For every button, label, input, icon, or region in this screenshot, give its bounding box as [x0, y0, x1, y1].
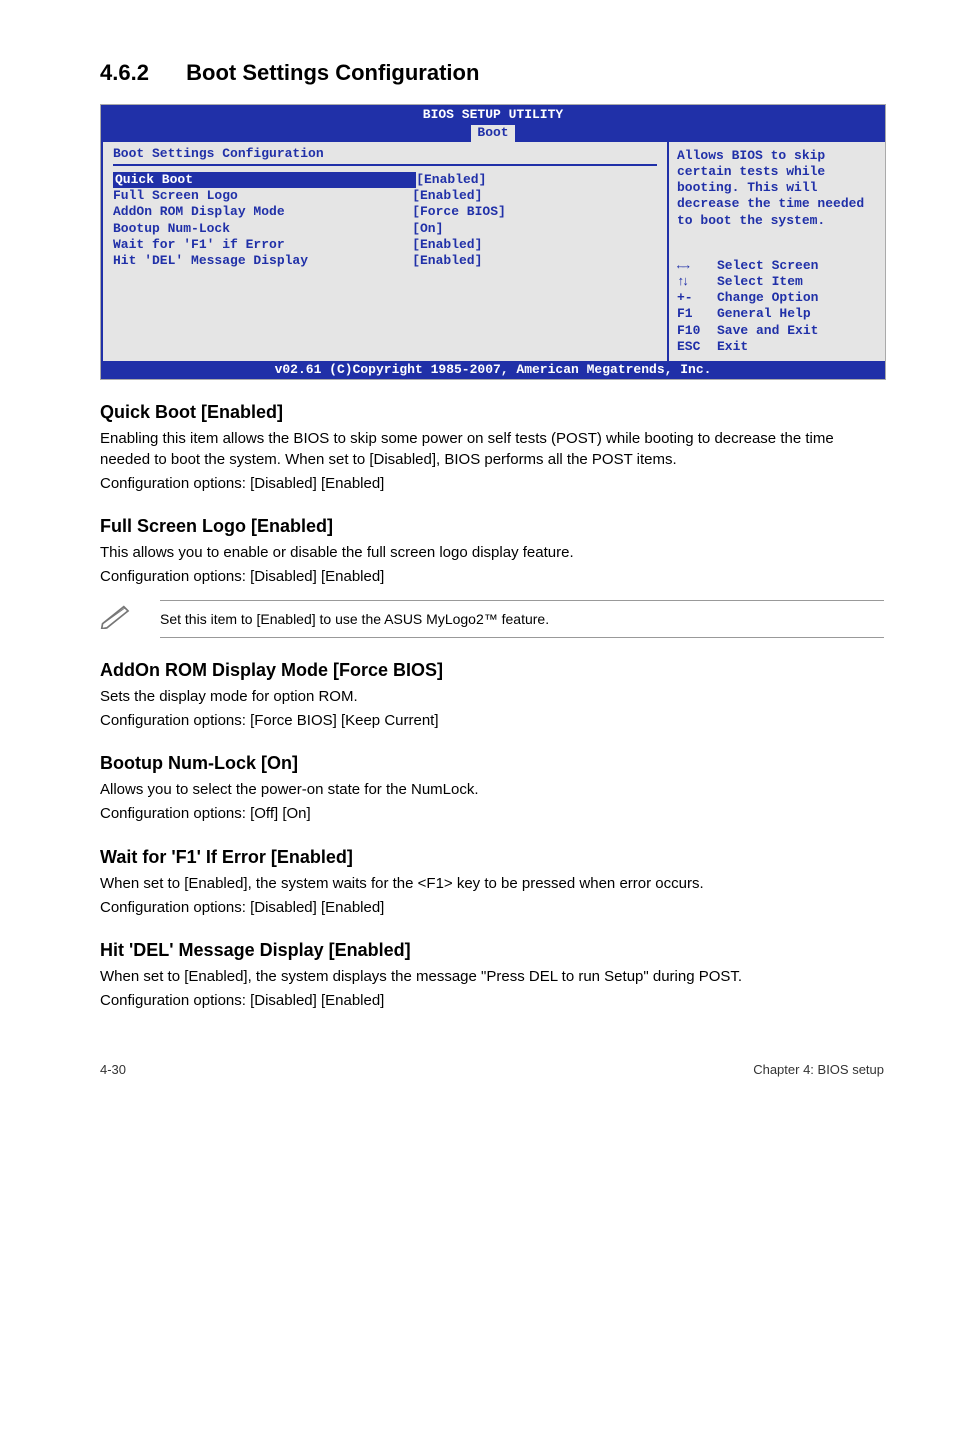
quickboot-options: Configuration options: [Disabled] [Enabl…	[100, 474, 884, 494]
bios-setting-row: AddOn ROM Display Mode[Force BIOS]	[113, 204, 657, 220]
bios-setting-row: Quick Boot[Enabled]	[113, 172, 657, 188]
fullscreen-options: Configuration options: [Disabled] [Enabl…	[100, 567, 884, 587]
bios-setting-row: Hit 'DEL' Message Display[Enabled]	[113, 253, 657, 269]
bios-setting-value: [Enabled]	[412, 253, 482, 269]
pen-note-icon	[100, 603, 160, 634]
bios-key-legend: ←→Select Screen↑↓Select Item+-Change Opt…	[677, 258, 877, 356]
bios-legend-text: Exit	[717, 339, 748, 355]
addon-desc: Sets the display mode for option ROM.	[100, 687, 884, 707]
bios-legend-row: ESCExit	[677, 339, 877, 355]
bios-setting-row: Full Screen Logo[Enabled]	[113, 188, 657, 204]
bios-legend-row: F10Save and Exit	[677, 323, 877, 339]
bios-setting-value: [Enabled]	[416, 172, 486, 188]
section-number: 4.6.2	[100, 60, 180, 86]
page-footer: 4-30 Chapter 4: BIOS setup	[100, 1062, 884, 1077]
note-callout: Set this item to [Enabled] to use the AS…	[100, 600, 884, 638]
bios-screenshot: BIOS SETUP UTILITY Boot Boot Settings Co…	[100, 104, 886, 380]
bios-setting-value: [Force BIOS]	[412, 204, 506, 220]
addon-heading: AddOn ROM Display Mode [Force BIOS]	[100, 660, 884, 681]
bios-help-text: Allows BIOS to skip certain tests while …	[677, 148, 877, 258]
section-heading: Boot Settings Configuration	[186, 60, 479, 85]
bios-setting-label: Bootup Num-Lock	[113, 221, 412, 237]
bios-legend-row: ↑↓Select Item	[677, 274, 877, 290]
bios-setting-value: [Enabled]	[412, 188, 482, 204]
bios-legend-key: ESC	[677, 339, 717, 355]
bios-legend-text: General Help	[717, 306, 811, 322]
bios-setting-row: Wait for 'F1' if Error[Enabled]	[113, 237, 657, 253]
bios-legend-key: ↑↓	[677, 274, 717, 290]
bios-title: BIOS SETUP UTILITY	[101, 107, 885, 123]
bios-legend-text: Select Item	[717, 274, 803, 290]
waitf1-heading: Wait for 'F1' If Error [Enabled]	[100, 847, 884, 868]
bios-active-tab: Boot	[471, 125, 514, 141]
addon-options: Configuration options: [Force BIOS] [Kee…	[100, 711, 884, 731]
bios-legend-key: +-	[677, 290, 717, 306]
bios-legend-key: F1	[677, 306, 717, 322]
quickboot-heading: Quick Boot [Enabled]	[100, 402, 884, 423]
bios-setting-label: Full Screen Logo	[113, 188, 412, 204]
note-text: Set this item to [Enabled] to use the AS…	[160, 600, 884, 638]
bios-setting-value: [Enabled]	[412, 237, 482, 253]
bios-legend-row: F1General Help	[677, 306, 877, 322]
bios-legend-key: ←→	[677, 258, 717, 274]
hitdel-desc: When set to [Enabled], the system displa…	[100, 967, 884, 987]
bios-footer: v02.61 (C)Copyright 1985-2007, American …	[101, 361, 885, 379]
waitf1-desc: When set to [Enabled], the system waits …	[100, 874, 884, 894]
chapter-label: Chapter 4: BIOS setup	[753, 1062, 884, 1077]
bios-setting-label: AddOn ROM Display Mode	[113, 204, 412, 220]
numlock-desc: Allows you to select the power-on state …	[100, 780, 884, 800]
quickboot-desc: Enabling this item allows the BIOS to sk…	[100, 429, 884, 470]
bios-legend-row: ←→Select Screen	[677, 258, 877, 274]
hitdel-options: Configuration options: [Disabled] [Enabl…	[100, 991, 884, 1011]
fullscreen-desc: This allows you to enable or disable the…	[100, 543, 884, 563]
bios-setting-label: Quick Boot	[113, 172, 416, 188]
hitdel-heading: Hit 'DEL' Message Display [Enabled]	[100, 940, 884, 961]
numlock-heading: Bootup Num-Lock [On]	[100, 753, 884, 774]
numlock-options: Configuration options: [Off] [On]	[100, 804, 884, 824]
bios-legend-text: Change Option	[717, 290, 818, 306]
bios-setting-row: Bootup Num-Lock[On]	[113, 221, 657, 237]
section-title: 4.6.2 Boot Settings Configuration	[100, 60, 884, 86]
bios-legend-key: F10	[677, 323, 717, 339]
bios-setting-label: Wait for 'F1' if Error	[113, 237, 412, 253]
bios-setting-value: [On]	[412, 221, 443, 237]
bios-legend-row: +-Change Option	[677, 290, 877, 306]
waitf1-options: Configuration options: [Disabled] [Enabl…	[100, 898, 884, 918]
bios-panel-heading: Boot Settings Configuration	[113, 146, 657, 166]
bios-legend-text: Select Screen	[717, 258, 818, 274]
page-number: 4-30	[100, 1062, 126, 1077]
bios-header: BIOS SETUP UTILITY Boot	[101, 105, 885, 142]
bios-setting-label: Hit 'DEL' Message Display	[113, 253, 412, 269]
bios-legend-text: Save and Exit	[717, 323, 818, 339]
bios-main-panel: Boot Settings Configuration Quick Boot[E…	[101, 142, 667, 362]
bios-help-panel: Allows BIOS to skip certain tests while …	[667, 142, 885, 362]
fullscreen-heading: Full Screen Logo [Enabled]	[100, 516, 884, 537]
bios-settings-list: Quick Boot[Enabled]Full Screen Logo[Enab…	[113, 172, 657, 270]
